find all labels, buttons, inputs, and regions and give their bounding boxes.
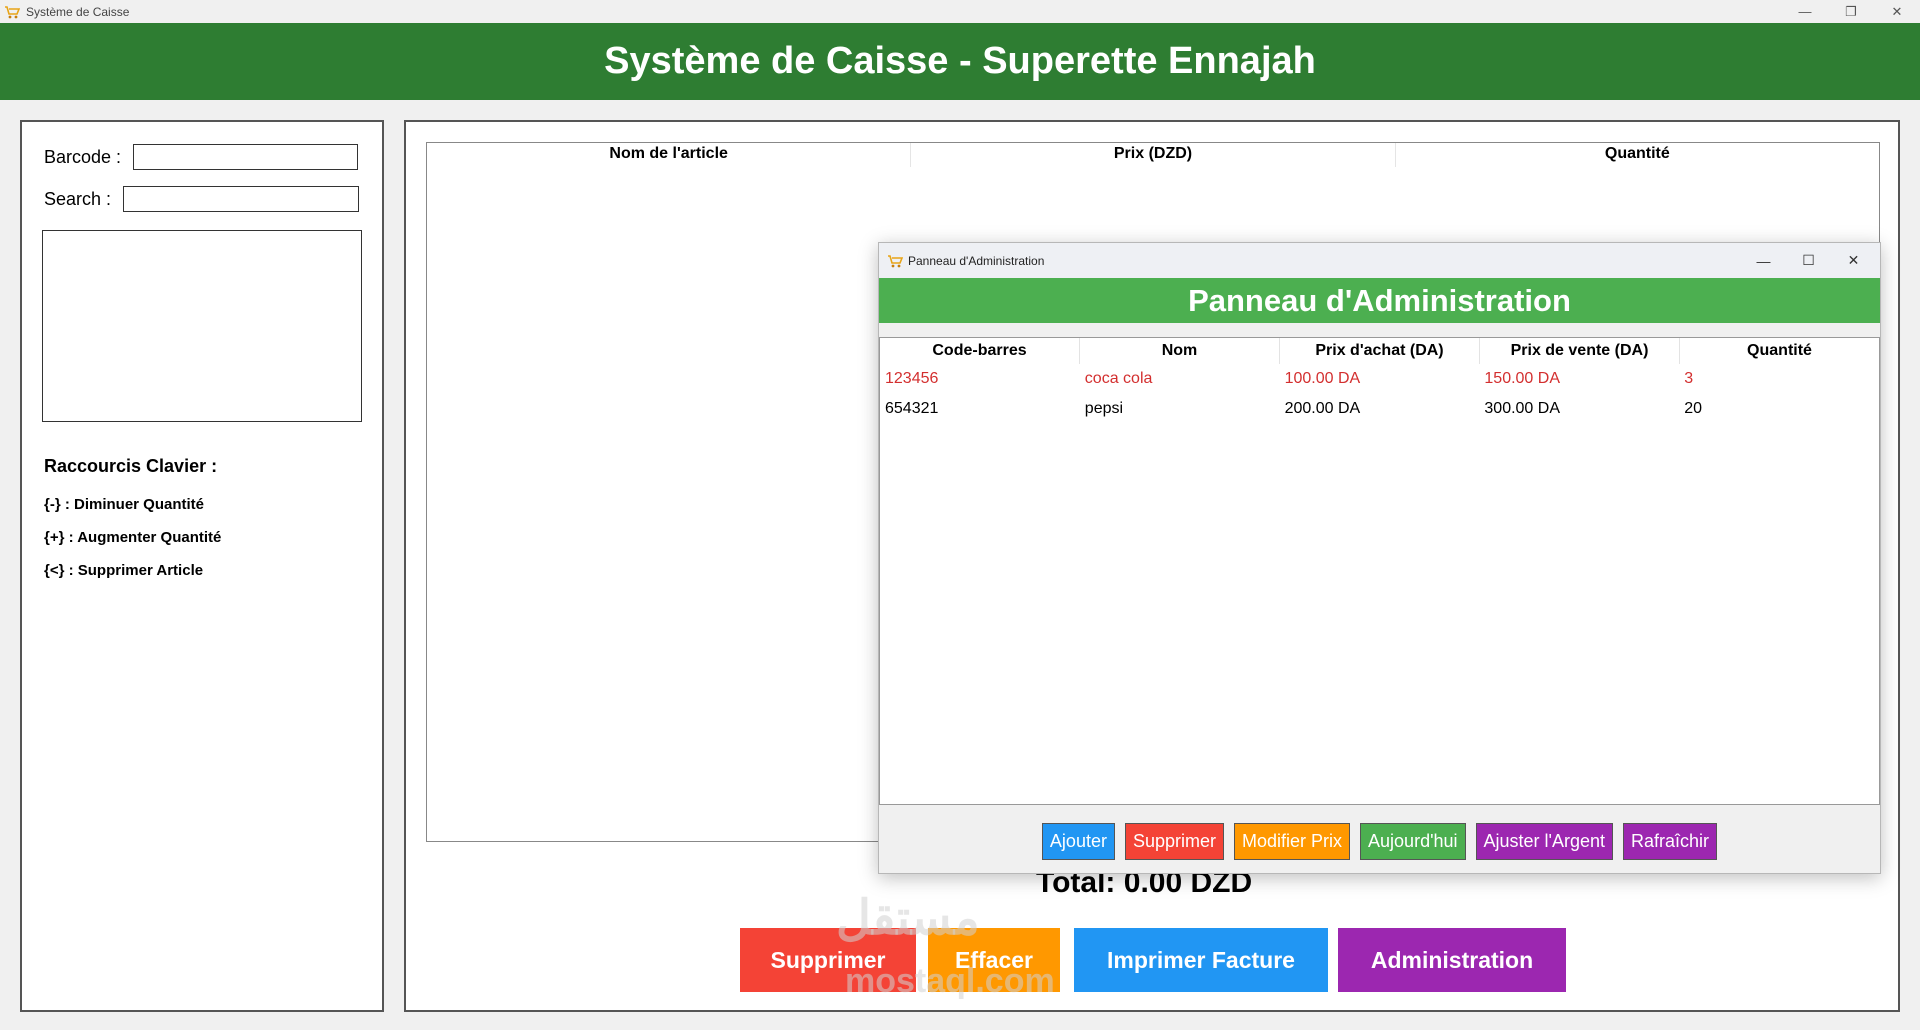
watermark-domain: mostaql.com (845, 962, 1055, 1000)
window-titlebar: Système de Caisse — ❐ ✕ (0, 0, 1920, 23)
admin-header: Panneau d'Administration (879, 278, 1880, 323)
barcode-input[interactable] (133, 144, 359, 170)
products-table[interactable]: Code-barres Nom Prix d'achat (DA) Prix d… (879, 337, 1880, 805)
column-header[interactable]: Quantité (1396, 143, 1879, 167)
search-results-list[interactable] (42, 230, 362, 422)
today-button[interactable]: Aujourd'hui (1360, 823, 1466, 860)
cell-barcode: 654321 (885, 400, 939, 417)
shortcuts-title: Raccourcis Clavier : (44, 456, 218, 476)
column-header[interactable]: Nom (1080, 338, 1280, 364)
left-panel: Barcode : Search : Raccourcis Clavier : … (20, 120, 384, 1012)
column-header[interactable]: Prix de vente (DA) (1480, 338, 1680, 364)
close-icon[interactable]: ✕ (1831, 243, 1876, 278)
administration-button[interactable]: Administration (1338, 928, 1566, 992)
window-title: Système de Caisse (26, 4, 130, 19)
adjust-money-button[interactable]: Ajuster l'Argent (1475, 823, 1614, 860)
cart-icon (887, 253, 903, 269)
delete-product-button[interactable]: Supprimer (1124, 823, 1224, 860)
shortcut-increase: {+} : Augmenter Quantité (44, 529, 222, 546)
watermark-logo: مستقل (836, 892, 980, 945)
column-header[interactable]: Nom de l'article (427, 143, 912, 167)
maximize-icon[interactable]: ☐ (1786, 243, 1831, 278)
column-header[interactable]: Prix (DZD) (911, 143, 1396, 167)
close-icon[interactable]: ✕ (1874, 0, 1920, 23)
admin-window-controls: — ☐ ✕ (1741, 243, 1876, 278)
restore-icon[interactable]: ❐ (1828, 0, 1874, 23)
cart-table-header: Nom de l'article Prix (DZD) Quantité (427, 143, 1879, 167)
add-product-button[interactable]: Ajouter (1041, 823, 1115, 860)
table-row[interactable]: 123456 coca cola 100.00 DA 150.00 DA 3 (880, 364, 1879, 394)
search-row: Search : (44, 186, 360, 212)
cell-quantity: 20 (1684, 400, 1702, 417)
print-invoice-button[interactable]: Imprimer Facture (1074, 928, 1328, 992)
admin-window-title: Panneau d'Administration (908, 253, 1045, 268)
products-table-header: Code-barres Nom Prix d'achat (DA) Prix d… (880, 338, 1879, 364)
cell-quantity: 3 (1684, 370, 1694, 387)
search-label: Search : (44, 188, 112, 209)
cell-sell-price: 150.00 DA (1484, 370, 1560, 387)
cell-name: pepsi (1084, 400, 1124, 417)
admin-dialog: Panneau d'Administration — ☐ ✕ Panneau d… (878, 242, 1881, 874)
cell-buy-price: 100.00 DA (1284, 370, 1361, 387)
column-header[interactable]: Prix d'achat (DA) (1280, 338, 1480, 364)
app-header: Système de Caisse - Superette Ennajah (0, 23, 1920, 100)
cell-sell-price: 300.00 DA (1484, 400, 1560, 417)
admin-titlebar: Panneau d'Administration — ☐ ✕ (879, 243, 1880, 278)
barcode-row: Barcode : (44, 144, 359, 170)
search-input[interactable] (123, 186, 360, 212)
table-row[interactable]: 654321 pepsi 200.00 DA 300.00 DA 20 (880, 394, 1879, 424)
minimize-icon[interactable]: — (1782, 0, 1828, 23)
admin-button-row: Ajouter Supprimer Modifier Prix Aujourd'… (879, 823, 1880, 860)
column-header[interactable]: Quantité (1680, 338, 1879, 364)
minimize-icon[interactable]: — (1741, 243, 1786, 278)
cell-barcode: 123456 (885, 370, 939, 387)
column-header[interactable]: Code-barres (880, 338, 1080, 364)
cart-icon (4, 4, 20, 20)
shortcut-delete: {<} : Supprimer Article (44, 562, 204, 579)
edit-price-button[interactable]: Modifier Prix (1234, 823, 1351, 860)
window-controls: — ❐ ✕ (1782, 0, 1920, 23)
refresh-button[interactable]: Rafraîchir (1623, 823, 1718, 860)
cell-name: coca cola (1084, 370, 1153, 387)
shortcut-decrease: {-} : Diminuer Quantité (44, 496, 205, 513)
cell-buy-price: 200.00 DA (1284, 400, 1361, 417)
barcode-label: Barcode : (44, 146, 122, 167)
